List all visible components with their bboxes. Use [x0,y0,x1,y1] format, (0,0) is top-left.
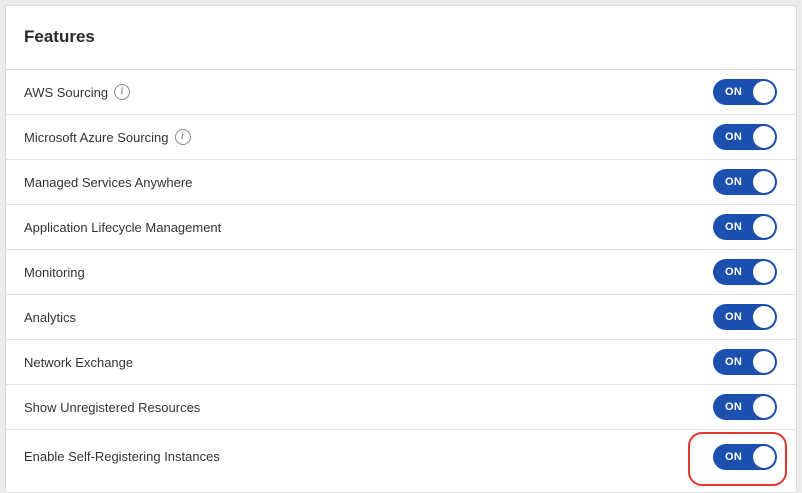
aws-sourcing-toggle[interactable]: ON [713,79,777,105]
toggle-state-label: ON [725,176,743,188]
toggle-state-label: ON [725,356,743,368]
feature-label: AWS Sourcing [24,84,109,100]
feature-row-self-registering: Enable Self-Registering Instances ON [6,430,796,483]
feature-label: Enable Self-Registering Instances [24,449,220,464]
feature-label: Monitoring [24,264,85,280]
toggle-knob [753,445,775,468]
toggle-knob [753,81,775,103]
features-panel: Features AWS Sourcing i ON Microsoft Azu… [5,5,797,493]
toggle-knob [753,351,775,373]
toggle-knob [753,216,775,238]
feature-row-app-lifecycle: Application Lifecycle Management ON [6,205,796,250]
toggle-state-label: ON [725,131,743,143]
info-icon[interactable]: i [114,84,131,100]
app-lifecycle-toggle[interactable]: ON [713,214,777,240]
toggle-state-label: ON [725,450,743,463]
feature-label: Network Exchange [24,354,134,370]
feature-row-unregistered-resources: Show Unregistered Resources ON [6,385,796,430]
feature-list: AWS Sourcing i ON Microsoft Azure Sourci… [6,70,796,483]
toggle-state-label: ON [725,401,743,413]
toggle-knob [753,171,775,193]
toggle-knob [753,261,775,283]
feature-row-azure-sourcing: Microsoft Azure Sourcing i ON [6,115,796,160]
info-icon[interactable]: i [174,129,191,145]
toggle-state-label: ON [725,221,743,233]
toggle-state-label: ON [725,311,743,323]
toggle-knob [753,306,775,328]
feature-row-managed-services: Managed Services Anywhere ON [6,160,796,205]
feature-row-network-exchange: Network Exchange ON [6,340,796,385]
panel-title: Features [24,26,95,46]
feature-row-aws-sourcing: AWS Sourcing i ON [6,70,796,115]
unregistered-resources-toggle[interactable]: ON [713,394,777,420]
feature-label: Show Unregistered Resources [24,399,201,415]
feature-label: Microsoft Azure Sourcing [24,129,169,145]
feature-row-monitoring: Monitoring ON [6,250,796,295]
managed-services-toggle[interactable]: ON [713,169,777,195]
feature-label: Application Lifecycle Management [24,219,222,235]
monitoring-toggle[interactable]: ON [713,259,777,285]
toggle-knob [753,396,775,418]
toggle-state-label: ON [725,86,743,98]
toggle-state-label: ON [725,266,743,278]
toggle-knob [753,126,775,148]
feature-label: Analytics [24,309,77,325]
panel-header: Features [6,6,796,70]
feature-row-analytics: Analytics ON [6,295,796,340]
analytics-toggle[interactable]: ON [713,304,777,330]
azure-sourcing-toggle[interactable]: ON [713,124,777,150]
feature-label: Managed Services Anywhere [24,174,193,190]
network-exchange-toggle[interactable]: ON [713,349,777,375]
self-registering-toggle[interactable]: ON [713,443,777,470]
